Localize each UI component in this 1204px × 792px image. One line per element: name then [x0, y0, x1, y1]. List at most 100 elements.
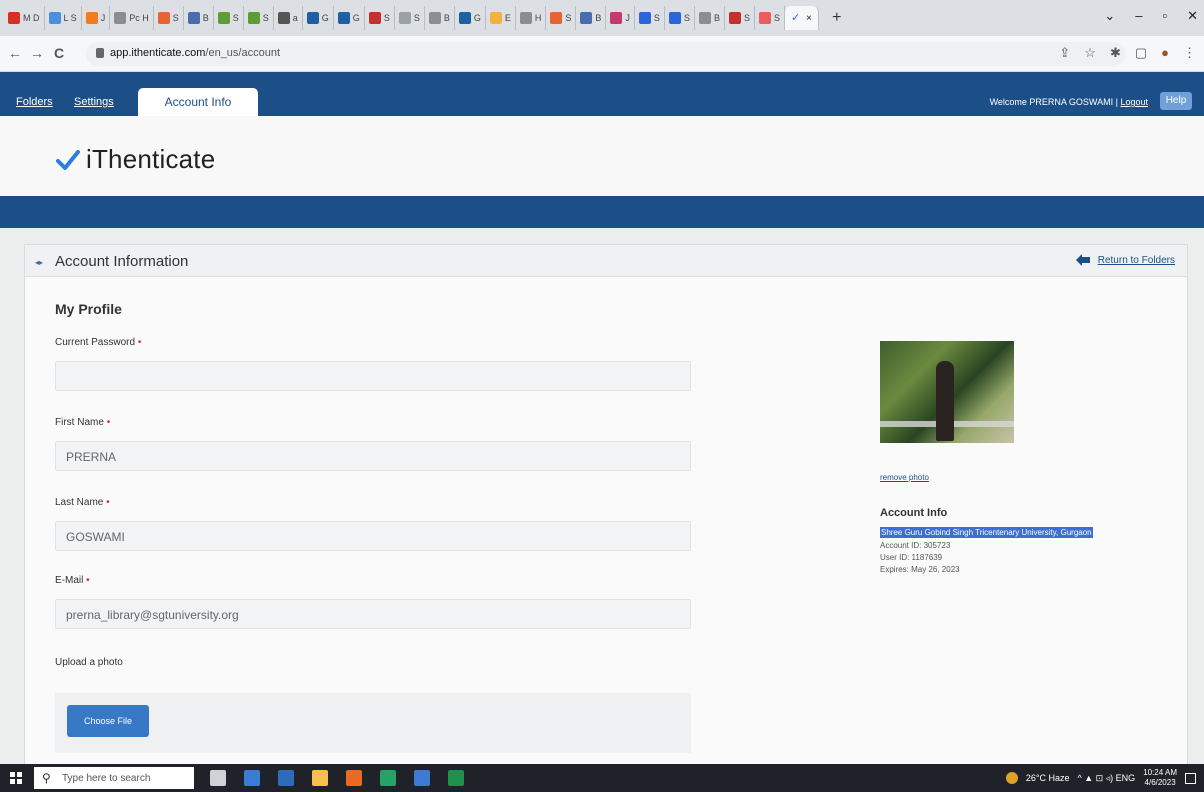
windows-start-icon[interactable] — [10, 772, 22, 784]
close-tab-icon[interactable]: × — [806, 13, 812, 24]
close-window-icon[interactable]: ✕ — [1187, 8, 1198, 24]
taskbar-app-icon[interactable] — [312, 770, 328, 786]
browser-tab[interactable]: S — [665, 6, 695, 30]
browser-tab-strip: M DL S J Pc H S B S Sa G G S S B G E H S B J S S B S S ✓ × + ⌄ – … — [0, 0, 1204, 36]
taskbar: ⚲ Type here to search 26°C Haze ^ ▲ ⊡ ◃)… — [0, 764, 1204, 792]
profile-avatar-icon[interactable]: ● — [1161, 45, 1169, 61]
favicon-icon — [217, 12, 230, 24]
favicon-icon — [306, 12, 319, 24]
email-input[interactable]: prerna_library@sgtuniversity.org — [55, 599, 691, 629]
tray-icons[interactable]: ^ ▲ ⊡ ◃) ENG — [1077, 773, 1135, 784]
last-name-input[interactable]: GOSWAMI — [55, 521, 691, 551]
browser-tab[interactable]: E — [486, 6, 516, 30]
reload-icon[interactable]: C — [54, 45, 64, 61]
browser-tab[interactable]: G — [334, 6, 365, 30]
minimize-icon[interactable]: – — [1135, 8, 1142, 24]
browser-tab[interactable]: a — [274, 6, 303, 30]
browser-tab[interactable]: B — [695, 6, 725, 30]
return-to-folders-link[interactable]: Return to Folders — [1075, 254, 1175, 266]
browser-tab[interactable]: S — [244, 6, 274, 30]
panel-title: Account Information — [55, 253, 189, 270]
weather-text[interactable]: 26°C Haze — [1026, 773, 1070, 783]
taskbar-app-icon[interactable] — [346, 770, 362, 786]
taskbar-app-icon[interactable] — [380, 770, 396, 786]
browser-tab[interactable]: L S — [45, 6, 82, 30]
favicon-icon — [519, 12, 532, 24]
taskbar-app-icon[interactable] — [414, 770, 430, 786]
maximize-icon[interactable]: ▫ — [1162, 8, 1167, 24]
account-id: Account ID: 305723 — [880, 541, 951, 550]
browser-tab[interactable]: S — [725, 6, 755, 30]
tab-label: B — [595, 13, 602, 23]
tab-label: a — [292, 13, 298, 23]
taskbar-search-input[interactable]: ⚲ Type here to search — [34, 767, 194, 789]
browser-tab[interactable]: S — [546, 6, 577, 30]
current-password-input[interactable] — [55, 361, 691, 391]
browser-tab[interactable]: G — [455, 6, 486, 30]
browser-tab[interactable]: S — [755, 6, 785, 30]
browser-tab[interactable]: J — [82, 6, 111, 30]
browser-tab[interactable]: S — [635, 6, 665, 30]
tab-label: B — [202, 13, 209, 23]
help-button[interactable]: Help — [1160, 92, 1192, 110]
new-tab-button[interactable]: + — [827, 8, 847, 28]
browser-tab[interactable]: B — [425, 6, 455, 30]
clock[interactable]: 10:24 AM 4/6/2023 — [1143, 768, 1177, 788]
taskbar-app-icon[interactable] — [244, 770, 260, 786]
first-name-input[interactable]: PRERNA — [55, 441, 691, 471]
account-info-title: Account Info — [880, 507, 948, 519]
checkmark-favicon-icon: ✓ — [791, 12, 801, 24]
nav-settings-link[interactable]: Settings — [74, 96, 114, 108]
back-icon[interactable]: ← — [8, 45, 22, 61]
favicon-icon — [398, 12, 411, 24]
favicon-icon — [368, 12, 381, 24]
menu-kebab-icon[interactable]: ⋮ — [1183, 45, 1196, 61]
remove-photo-link[interactable]: remove photo — [880, 473, 929, 482]
browser-tab[interactable]: S — [154, 6, 184, 30]
choose-file-button[interactable]: Choose File — [67, 705, 149, 737]
browser-tab[interactable]: S — [395, 6, 425, 30]
tab-label: S — [232, 13, 239, 23]
url-input[interactable]: app.ithenticate.com/en_us/account — [86, 42, 1126, 66]
tab-label: S — [172, 13, 179, 23]
upload-photo-label: Upload a photo — [55, 657, 123, 668]
favicon-icon — [728, 12, 741, 24]
panel-header: ◂▸ Account Information Return to Folders — [25, 245, 1187, 277]
browser-tab[interactable]: M D — [4, 6, 45, 30]
browser-tab[interactable]: Pc H — [110, 6, 154, 30]
favicon-icon — [638, 12, 651, 24]
taskbar-app-icon[interactable] — [278, 770, 294, 786]
browser-tab[interactable]: S — [365, 6, 395, 30]
logout-link[interactable]: Logout — [1120, 97, 1148, 107]
browser-tab-active[interactable]: ✓ × — [785, 6, 819, 30]
tab-search-icon[interactable]: ⌄ — [1104, 8, 1115, 24]
taskbar-app-icon[interactable] — [210, 770, 226, 786]
upload-area — [55, 693, 691, 753]
taskbar-app-icon[interactable] — [448, 770, 464, 786]
browser-tab[interactable]: B — [184, 6, 214, 30]
collapse-toggle-icon[interactable]: ◂▸ — [35, 258, 43, 267]
notification-icon[interactable] — [1185, 772, 1196, 784]
user-id: User ID: 1187639 — [880, 553, 943, 562]
extensions-icon[interactable]: ✱ — [1110, 45, 1121, 61]
back-arrow-icon — [1075, 254, 1090, 266]
search-placeholder: Type here to search — [62, 773, 151, 784]
tab-account-info[interactable]: Account Info — [138, 88, 258, 116]
browser-tab[interactable]: G — [303, 6, 334, 30]
current-password-label: Current Password • — [55, 337, 141, 348]
browser-tab[interactable]: S — [214, 6, 244, 30]
forward-icon[interactable]: → — [30, 45, 44, 61]
sidepanel-icon[interactable]: ▢ — [1135, 45, 1147, 61]
browser-tab[interactable]: B — [576, 6, 607, 30]
tab-label: G — [473, 13, 481, 23]
browser-tab[interactable]: H — [516, 6, 547, 30]
tab-label: E — [504, 13, 511, 23]
nav-folders-link[interactable]: Folders — [16, 96, 53, 108]
share-icon[interactable]: ⇪ — [1059, 45, 1070, 61]
browser-tab[interactable]: J — [606, 6, 635, 30]
tab-label: B — [713, 13, 720, 23]
tab-label: B — [443, 13, 450, 23]
tab-label: L S — [63, 13, 77, 23]
bookmark-star-icon[interactable]: ☆ — [1084, 45, 1096, 61]
required-marker: • — [106, 417, 111, 428]
